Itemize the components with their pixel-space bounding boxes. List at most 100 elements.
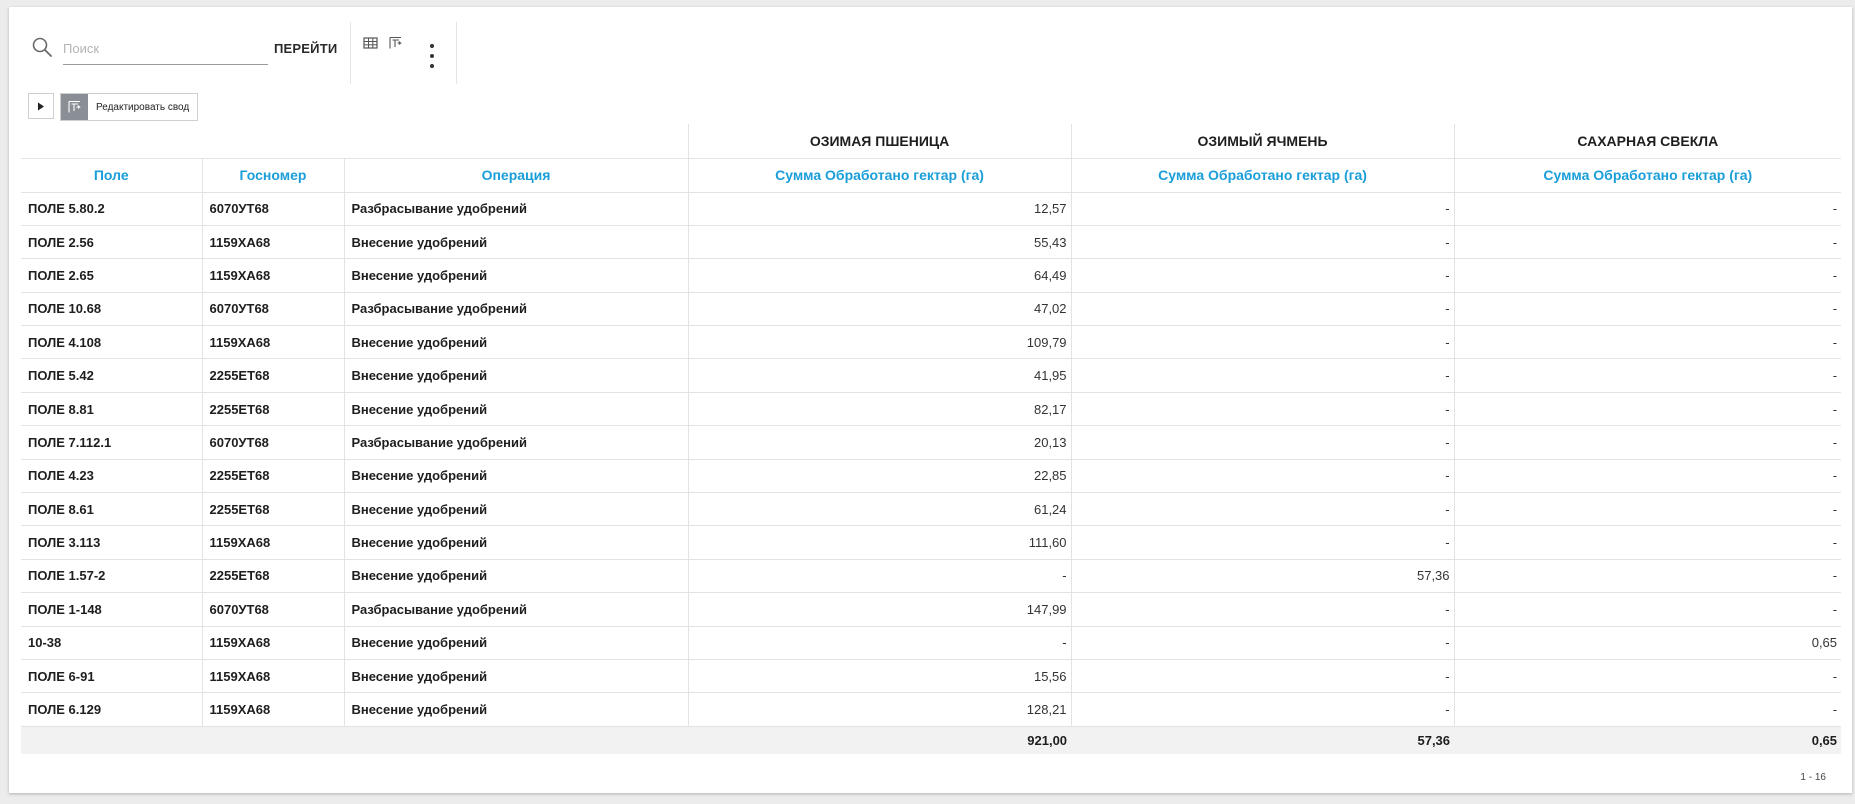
cell-wheat: 109,79: [687, 325, 1072, 360]
row-header-field[interactable]: Поле: [21, 158, 202, 193]
cell-beet: -: [1453, 192, 1842, 226]
cell-operation: Разбрасывание удобрений: [343, 425, 689, 460]
play-button[interactable]: [28, 93, 54, 119]
crop-header-wheat[interactable]: ОЗИМАЯ ПШЕНИЦА: [687, 124, 1072, 159]
cell-plate: 2255ЕТ68: [201, 492, 344, 527]
cell-wheat: 82,17: [687, 392, 1072, 427]
cell-operation: Внесение удобрений: [343, 559, 689, 594]
cell-operation: Внесение удобрений: [343, 358, 689, 393]
play-icon: [38, 102, 44, 110]
header-spacer: [21, 124, 689, 159]
cell-operation: Внесение удобрений: [343, 692, 689, 727]
table-row[interactable]: ПОЛЕ 6-91 1159ХА68 Внесение удобрений 15,56…: [21, 659, 1842, 694]
cell-beet: -: [1453, 358, 1842, 393]
table-row[interactable]: ПОЛЕ 1-148 6070УТ68 Разбрасывание удобрени…: [21, 592, 1842, 627]
edit-pivot-label: Редактировать свод: [96, 101, 190, 113]
cell-wheat: 41,95: [687, 358, 1072, 393]
search-input[interactable]: [63, 39, 268, 65]
crop-header-beet[interactable]: САХАРНАЯ СВЕКЛА: [1453, 124, 1842, 159]
table-row[interactable]: ПОЛЕ 1.57-2 2255ЕТ68 Внесение удобрений -57…: [21, 559, 1842, 594]
cell-plate: 2255ЕТ68: [201, 392, 344, 427]
cell-beet: -: [1453, 492, 1842, 527]
table-row[interactable]: ПОЛЕ 8.61 2255ЕТ68 Внесение удобрений 61,24…: [21, 492, 1842, 527]
pivot-view-icon[interactable]: [388, 36, 403, 50]
table-row[interactable]: ПОЛЕ 6.129 1159ХА68 Внесение удобрений 128,…: [21, 692, 1842, 727]
cell-beet: -: [1453, 692, 1842, 727]
total-beet: 0,65: [1454, 726, 1842, 755]
measure-header-barley[interactable]: Сумма Обработано гектар (га): [1070, 158, 1455, 193]
table-row[interactable]: 10-38 1159ХА68 Внесение удобрений - -0,65: [21, 626, 1842, 660]
toolbar-divider: [350, 22, 352, 84]
cell-barley: 57,36: [1070, 559, 1455, 594]
cell-beet: -: [1453, 592, 1842, 627]
crop-header-barley[interactable]: ОЗИМЫЙ ЯЧМЕНЬ: [1070, 124, 1455, 159]
cell-operation: Внесение удобрений: [343, 492, 689, 527]
cell-beet: -: [1453, 292, 1842, 327]
cell-plate: 1159ХА68: [201, 225, 344, 260]
cell-plate: 1159ХА68: [201, 325, 344, 360]
search-icon[interactable]: [31, 36, 53, 58]
cell-barley: -: [1070, 692, 1455, 727]
cell-field: ПОЛЕ 8.81: [21, 392, 202, 427]
cell-plate: 6070УТ68: [201, 192, 344, 226]
table-row[interactable]: ПОЛЕ 3.113 1159ХА68 Внесение удобрений 111,…: [21, 525, 1842, 560]
column-group-header-row: ОЗИМАЯ ПШЕНИЦА ОЗИМЫЙ ЯЧМЕНЬ САХАРНАЯ СВ…: [21, 124, 1842, 159]
table-row[interactable]: ПОЛЕ 10.68 6070УТ68 Разбрасывание удобрени…: [21, 292, 1842, 327]
cell-operation: Внесение удобрений: [343, 225, 689, 260]
go-button[interactable]: ПЕРЕЙТИ: [274, 41, 337, 56]
cell-field: ПОЛЕ 4.108: [21, 325, 202, 360]
cell-operation: Внесение удобрений: [343, 525, 689, 560]
total-barley: 57,36: [1071, 726, 1455, 755]
cell-field: ПОЛЕ 3.113: [21, 525, 202, 560]
measure-header-wheat[interactable]: Сумма Обработано гектар (га): [687, 158, 1072, 193]
cell-operation: Разбрасывание удобрений: [343, 592, 689, 627]
cell-plate: 2255ЕТ68: [201, 459, 344, 494]
cell-plate: 1159ХА68: [201, 258, 344, 293]
cell-operation: Внесение удобрений: [343, 459, 689, 494]
cell-wheat: 12,57: [687, 192, 1072, 226]
cell-field: ПОЛЕ 1-148: [21, 592, 202, 627]
cell-operation: Внесение удобрений: [343, 626, 689, 660]
table-row[interactable]: ПОЛЕ 2.65 1159ХА68 Внесение удобрений 64,49…: [21, 258, 1842, 293]
row-header-plate[interactable]: Госномер: [201, 158, 344, 193]
cell-field: ПОЛЕ 6-91: [21, 659, 202, 694]
cell-field: ПОЛЕ 6.129: [21, 692, 202, 727]
cell-barley: -: [1070, 258, 1455, 293]
cell-beet: -: [1453, 325, 1842, 360]
cell-field: ПОЛЕ 1.57-2: [21, 559, 202, 594]
cell-plate: 2255ЕТ68: [201, 358, 344, 393]
more-vertical-icon[interactable]: [423, 44, 441, 68]
measure-header-beet[interactable]: Сумма Обработано гектар (га): [1453, 158, 1842, 193]
cell-beet: -: [1453, 258, 1842, 293]
cell-beet: 0,65: [1453, 626, 1842, 660]
cell-plate: 6070УТ68: [201, 592, 344, 627]
cell-wheat: 111,60: [687, 525, 1072, 560]
table-row[interactable]: ПОЛЕ 8.81 2255ЕТ68 Внесение удобрений 82,17…: [21, 392, 1842, 427]
cell-plate: 1159ХА68: [201, 659, 344, 694]
cell-beet: -: [1453, 392, 1842, 427]
table-row[interactable]: ПОЛЕ 2.56 1159ХА68 Внесение удобрений 55,43…: [21, 225, 1842, 260]
cell-plate: 1159ХА68: [201, 626, 344, 660]
table-row[interactable]: ПОЛЕ 5.80.2 6070УТ68 Разбрасывание удобрен…: [21, 192, 1842, 226]
pivot-table: ОЗИМАЯ ПШЕНИЦА ОЗИМЫЙ ЯЧМЕНЬ САХАРНАЯ СВ…: [21, 124, 1842, 755]
table-row[interactable]: ПОЛЕ 5.42 2255ЕТ68 Внесение удобрений 41,95…: [21, 358, 1842, 393]
cell-field: 10-38: [21, 626, 202, 660]
table-row[interactable]: ПОЛЕ 4.23 2255ЕТ68 Внесение удобрений 22,85…: [21, 459, 1842, 494]
row-header-operation[interactable]: Операция: [343, 158, 689, 193]
cell-wheat: 15,56: [687, 659, 1072, 694]
cell-field: ПОЛЕ 4.23: [21, 459, 202, 494]
cell-barley: -: [1070, 659, 1455, 694]
pivot-card: ПЕРЕЙТИ: [9, 7, 1852, 793]
cell-field: ПОЛЕ 10.68: [21, 292, 202, 327]
toolbar: ПЕРЕЙТИ: [21, 22, 458, 84]
cell-operation: Разбрасывание удобрений: [343, 292, 689, 327]
table-row[interactable]: ПОЛЕ 7.112.1 6070УТ68 Разбрасывание удобре…: [21, 425, 1842, 460]
edit-pivot-button[interactable]: Редактировать свод: [60, 93, 199, 121]
table-view-icon[interactable]: [363, 36, 378, 50]
cell-plate: 1159ХА68: [201, 525, 344, 560]
cell-barley: -: [1070, 392, 1455, 427]
cell-barley: -: [1070, 425, 1455, 460]
pivot-controls: Редактировать свод: [28, 93, 199, 121]
table-row[interactable]: ПОЛЕ 4.108 1159ХА68 Внесение удобрений 109,…: [21, 325, 1842, 360]
cell-operation: Разбрасывание удобрений: [343, 192, 689, 226]
